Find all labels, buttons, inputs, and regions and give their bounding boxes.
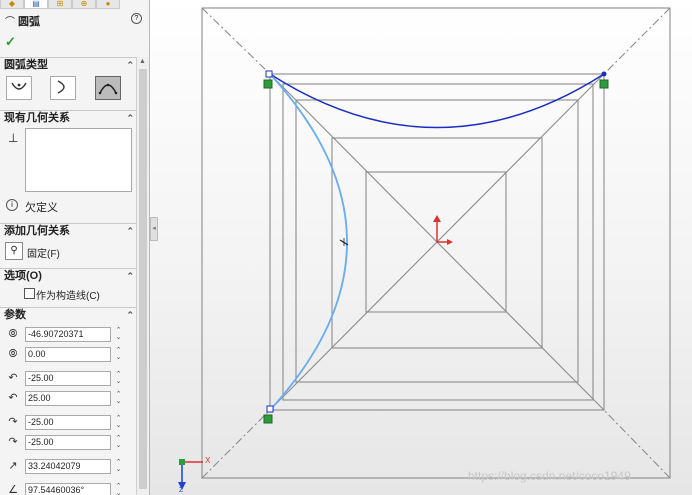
param-spinner[interactable]: ⌃ ⌄ (114, 483, 123, 495)
start-y-icon: ↶ (8, 392, 18, 404)
param-input[interactable]: -25.00 (25, 435, 111, 450)
info-icon: i (6, 199, 18, 211)
end-x-icon: ↷ (8, 416, 18, 428)
tab-feature-manager[interactable]: ◆ (0, 0, 24, 9)
collapse-icon[interactable]: ⌃ (126, 111, 134, 126)
add-relations-heading: 添加几何关系 (4, 225, 70, 237)
relations-list[interactable] (25, 128, 132, 192)
centerline[interactable] (201, 7, 271, 75)
arc-type-3point-button[interactable] (95, 76, 121, 100)
status-text: 欠定义 (25, 202, 58, 214)
graphics-area[interactable]: X Z https://blog.csdn.net/coco1949 (150, 0, 692, 495)
construction-checkbox[interactable] (24, 288, 35, 299)
panel-header: ⌒ 圆弧 ? (0, 13, 142, 28)
param-spinner[interactable]: ⌃ ⌄ (114, 435, 123, 450)
tab-property-manager[interactable]: ▤ (24, 0, 48, 9)
arc-endpoint[interactable] (601, 71, 607, 77)
centerline[interactable] (603, 409, 671, 479)
param-input[interactable]: 0.00 (25, 347, 111, 362)
manager-tabs: ◆ ▤ ⊞ ⊕ ● (0, 0, 149, 9)
tangent-arc-icon (57, 80, 65, 94)
tab-display-manager[interactable]: ● (96, 0, 120, 9)
centerpoint-arc-icon (11, 82, 27, 90)
arc-endpoint[interactable] (265, 70, 273, 78)
selected-arc-preview[interactable] (269, 73, 348, 411)
panel-collapse-handle[interactable]: ◂ (150, 217, 158, 241)
existing-relations-heading: 现有几何关系 (4, 112, 70, 124)
center-x-icon: ⦾ (8, 328, 18, 340)
param-input[interactable]: -25.00 (25, 371, 111, 386)
param-input[interactable]: 33.24042079 (25, 459, 111, 474)
existing-arc[interactable] (269, 73, 605, 129)
property-manager: ◆ ▤ ⊞ ⊕ ● ⌒ 圆弧 ? ✓ 圆弧类型 ⌃ 现有几何关系 ⌃ ⊥ i 欠… (0, 0, 150, 495)
param-input[interactable]: 25.00 (25, 391, 111, 406)
x-axis-label: X (205, 456, 211, 465)
radius-icon: ↗ (8, 460, 18, 472)
param-spinner[interactable]: ⌃ ⌄ (114, 415, 123, 430)
angle-icon: ∠ (8, 484, 18, 495)
constraint-marker[interactable] (599, 79, 609, 89)
axis-triad (178, 459, 203, 490)
three-point-arc-icon (98, 83, 118, 95)
section-options[interactable]: 选项(O) ⌃ (0, 268, 136, 283)
param-spinner[interactable]: ⌃ ⌄ (114, 347, 123, 362)
arc-endpoint[interactable] (266, 405, 274, 413)
relation-icon: ⊥ (8, 131, 19, 145)
collapse-icon[interactable]: ⌃ (126, 308, 134, 323)
constraint-marker[interactable] (263, 414, 273, 424)
section-existing-relations[interactable]: 现有几何关系 ⌃ (0, 110, 136, 125)
fix-relation-button[interactable]: ⚲ (5, 242, 23, 260)
start-x-icon: ↶ (8, 372, 18, 384)
parameters-heading: 参数 (4, 309, 26, 321)
options-heading: 选项(O) (4, 270, 42, 282)
collapse-icon[interactable]: ⌃ (126, 224, 134, 239)
arc-type-heading: 圆弧类型 (4, 59, 48, 71)
z-axis-label: Z (179, 487, 184, 494)
ok-button[interactable]: ✓ (5, 34, 16, 50)
tab-configuration-manager[interactable]: ⊞ (48, 0, 72, 9)
section-arc-type[interactable]: 圆弧类型 ⌃ (0, 57, 136, 72)
section-add-relations[interactable]: 添加几何关系 ⌃ (0, 223, 136, 238)
construction-label: 作为构造线(C) (36, 291, 100, 302)
constraint-marker[interactable] (263, 79, 273, 89)
param-spinner[interactable]: ⌃ ⌄ (114, 459, 123, 474)
param-spinner[interactable]: ⌃ ⌄ (114, 371, 123, 386)
arc-type-centerpoint-button[interactable] (6, 76, 32, 100)
tab-dimxpert[interactable]: ⊕ (72, 0, 96, 9)
help-icon[interactable]: ? (131, 13, 142, 24)
sketch-viewport[interactable] (150, 0, 692, 495)
param-input[interactable]: 97.54460036° (25, 483, 111, 495)
panel-title: 圆弧 (18, 16, 40, 28)
centerline[interactable] (603, 7, 671, 75)
centerline[interactable] (201, 409, 271, 479)
param-spinner[interactable]: ⌃ ⌄ (114, 327, 123, 342)
collapse-icon[interactable]: ⌃ (126, 269, 134, 284)
param-input[interactable]: -46.90720371 (25, 327, 111, 342)
arc-type-tangent-button[interactable] (50, 76, 76, 100)
center-y-icon: ⦾ (8, 348, 18, 360)
scroll-up-icon[interactable]: ▲ (139, 58, 146, 65)
end-y-icon: ↷ (8, 436, 18, 448)
section-parameters[interactable]: 参数 ⌃ (0, 307, 136, 322)
scrollbar-thumb[interactable] (139, 69, 147, 489)
watermark: https://blog.csdn.net/coco1949 (468, 469, 631, 483)
param-spinner[interactable]: ⌃ ⌄ (114, 391, 123, 406)
collapse-icon[interactable]: ⌃ (126, 58, 134, 73)
param-input[interactable]: -25.00 (25, 415, 111, 430)
arc-icon: ⌒ (5, 17, 15, 28)
panel-scrollbar[interactable]: ▲ (136, 57, 149, 495)
fix-relation-label: 固定(F) (27, 249, 60, 260)
